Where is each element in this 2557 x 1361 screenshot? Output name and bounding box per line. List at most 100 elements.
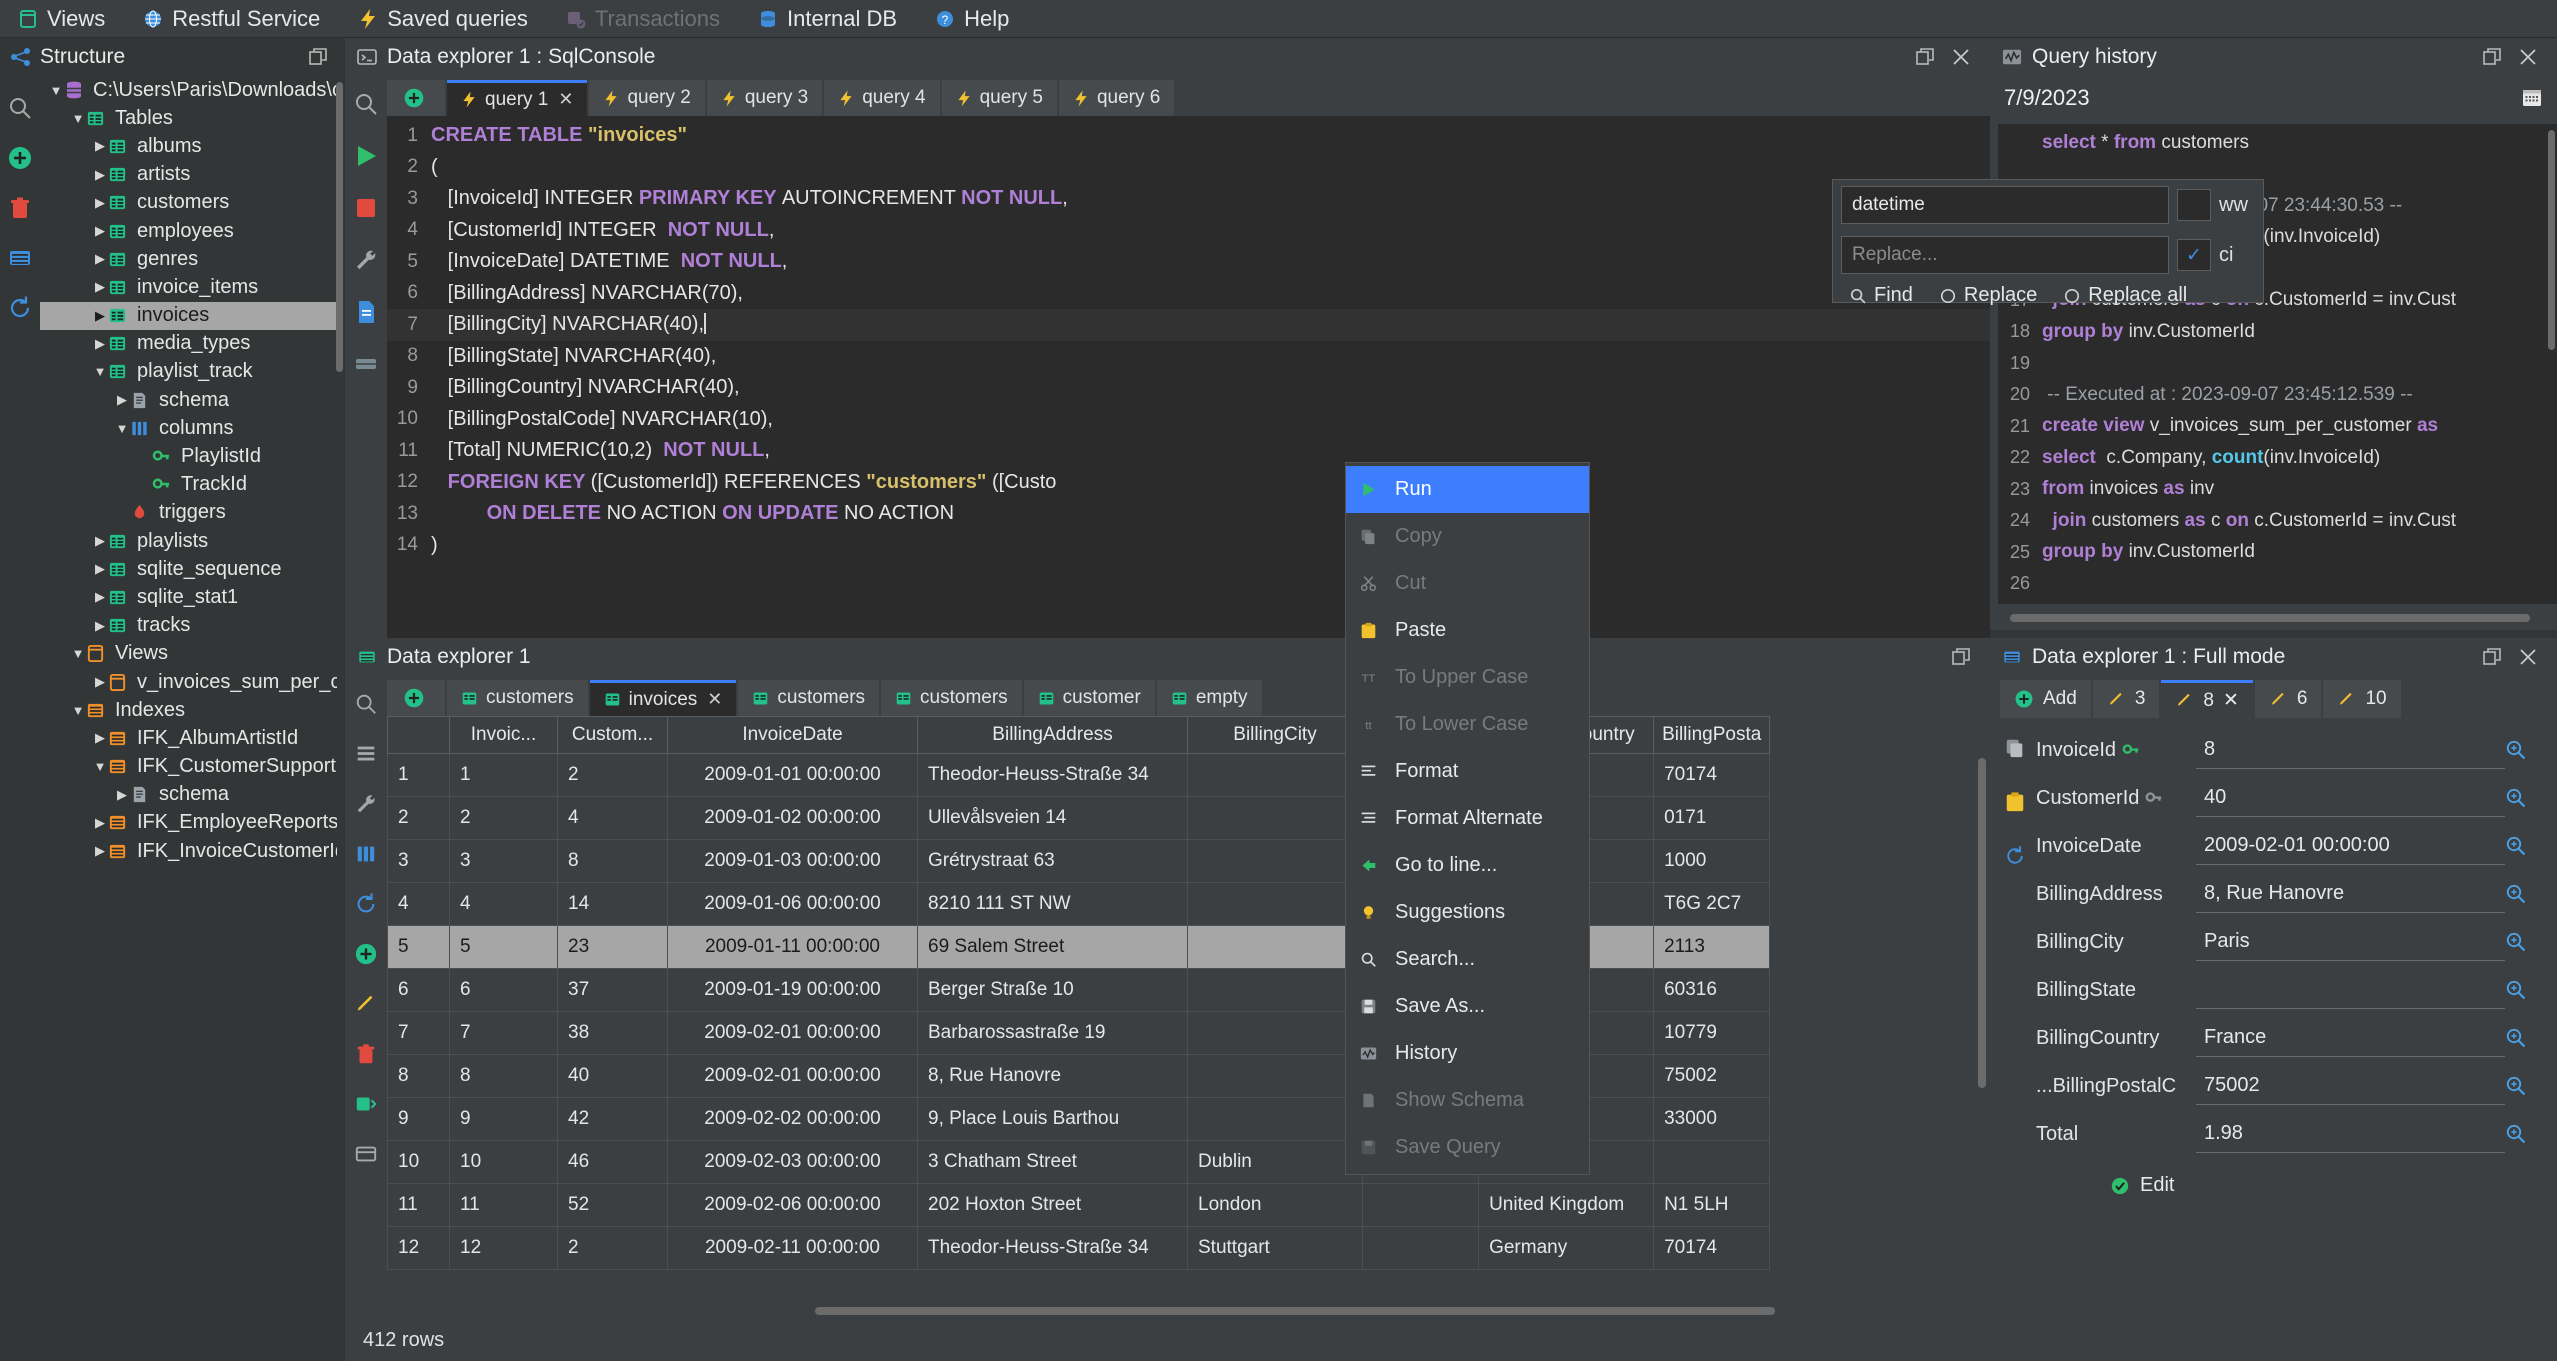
chevron-down-icon[interactable]: ▼ xyxy=(114,421,130,436)
table-cell[interactable]: 2009-01-01 00:00:00 xyxy=(667,753,918,797)
context-menu-item-format-alternate[interactable]: Format Alternate xyxy=(1346,795,1589,842)
history-line[interactable]: 22 select c.Company, count(inv.InvoiceId) xyxy=(1998,442,2557,474)
query-tab-query-5[interactable]: query 5 xyxy=(941,80,1057,116)
detach-icon[interactable] xyxy=(2483,48,2509,66)
find-input[interactable]: datetime xyxy=(1841,186,2169,224)
table-cell[interactable] xyxy=(1187,1011,1363,1055)
result-tab-customers[interactable]: customers xyxy=(881,680,1022,716)
table-cell[interactable] xyxy=(1187,839,1363,883)
zoom-value-icon[interactable] xyxy=(2505,883,2551,905)
chevron-down-icon[interactable]: ▼ xyxy=(92,364,108,379)
delete-icon[interactable] xyxy=(6,194,34,222)
close-tab-icon[interactable]: ✕ xyxy=(707,689,722,710)
document-icon[interactable] xyxy=(352,298,380,326)
query-tab-query-4[interactable]: query 4 xyxy=(824,80,940,116)
chevron-right-icon[interactable]: ▶ xyxy=(92,618,108,634)
table-cell[interactable]: 2009-01-02 00:00:00 xyxy=(667,796,918,840)
edit-icon[interactable] xyxy=(352,990,380,1018)
table-cell[interactable]: 70174 xyxy=(1653,753,1771,797)
table-cell[interactable]: 2009-02-01 00:00:00 xyxy=(667,1054,918,1098)
menu-item-views[interactable]: Views xyxy=(14,4,109,34)
table-cell[interactable]: 2009-01-19 00:00:00 xyxy=(667,968,918,1012)
code-line[interactable]: 2( xyxy=(387,152,1990,184)
code-line[interactable]: 10 [BillingPostalCode] NVARCHAR(10), xyxy=(387,404,1990,436)
table-cell[interactable]: 42 xyxy=(557,1097,668,1141)
table-cell[interactable]: 2009-02-03 00:00:00 xyxy=(667,1140,918,1184)
history-vscrollbar[interactable] xyxy=(2548,130,2555,350)
context-menu-item-format[interactable]: Format xyxy=(1346,748,1589,795)
table-cell[interactable]: 2009-02-02 00:00:00 xyxy=(667,1097,918,1141)
wrench-icon[interactable] xyxy=(352,790,380,818)
paste-icon[interactable] xyxy=(2001,788,2029,816)
table-cell[interactable]: 37 xyxy=(557,968,668,1012)
record-field-value[interactable]: 8 xyxy=(2196,731,2505,769)
record-field-value[interactable]: 75002 xyxy=(2196,1067,2505,1105)
table-cell[interactable]: 0171 xyxy=(1653,796,1771,840)
result-tab-empty[interactable]: empty xyxy=(1156,680,1262,716)
chevron-right-icon[interactable]: ▶ xyxy=(92,308,108,324)
chevron-right-icon[interactable]: ▶ xyxy=(92,195,108,211)
export-icon[interactable] xyxy=(352,1090,380,1118)
table-cell[interactable]: Theodor-Heuss-Straße 34 xyxy=(917,753,1188,797)
table-cell[interactable]: 9, Place Louis Barthou xyxy=(917,1097,1188,1141)
chevron-right-icon[interactable]: ▶ xyxy=(114,787,130,803)
context-menu-item-history[interactable]: History xyxy=(1346,1030,1589,1077)
table-cell[interactable]: 2009-01-11 00:00:00 xyxy=(667,925,918,969)
menu-item-help[interactable]: ? Help xyxy=(931,4,1013,34)
search-icon[interactable] xyxy=(352,90,380,118)
chevron-down-icon[interactable]: ▼ xyxy=(48,83,64,98)
record-tabs[interactable]: Add 3 8 ✕ 6 10 xyxy=(1990,676,2557,718)
table-cell[interactable]: 3 Chatham Street xyxy=(917,1140,1188,1184)
table-cell[interactable] xyxy=(1187,882,1363,926)
columns-icon[interactable] xyxy=(352,840,380,868)
chevron-right-icon[interactable]: ▶ xyxy=(92,167,108,183)
delete-icon[interactable] xyxy=(352,1040,380,1068)
menu-item-internal-db[interactable]: Internal DB xyxy=(754,4,901,34)
code-line[interactable]: 1 CREATE TABLE "invoices" xyxy=(387,120,1990,152)
table-cell[interactable]: 60316 xyxy=(1653,968,1771,1012)
refresh-icon[interactable] xyxy=(2001,842,2029,870)
table-cell[interactable]: 7 xyxy=(449,1011,558,1055)
history-line[interactable]: 26 xyxy=(1998,568,2557,600)
menu-item-saved-queries[interactable]: Saved queries xyxy=(354,4,532,34)
table-cell[interactable]: 8 xyxy=(557,839,668,883)
code-line[interactable]: 11 [Total] NUMERIC(10,2) NOT NULL, xyxy=(387,435,1990,467)
result-tab-customer[interactable]: customer xyxy=(1023,680,1155,716)
table-cell[interactable]: 46 xyxy=(557,1140,668,1184)
zoom-value-icon[interactable] xyxy=(2505,1027,2551,1049)
column-header-invoicedate[interactable]: InvoiceDate xyxy=(667,716,918,754)
chevron-right-icon[interactable]: ▶ xyxy=(92,589,108,605)
whole-word-checkbox[interactable] xyxy=(2177,189,2211,221)
chevron-right-icon[interactable]: ▶ xyxy=(92,561,108,577)
search-icon[interactable] xyxy=(352,690,380,718)
query-tab-query-1[interactable]: query 1 ✕ xyxy=(447,80,588,116)
table-cell[interactable]: 3 xyxy=(449,839,558,883)
history-line[interactable]: 25 group by inv.CustomerId xyxy=(1998,537,2557,569)
tree-node-genres[interactable]: ▶ genres xyxy=(40,245,337,273)
table-cell[interactable]: Germany xyxy=(1478,1226,1655,1270)
table-cell[interactable]: 8210 111 ST NW xyxy=(917,882,1188,926)
replace-all-button[interactable]: Replace all xyxy=(2063,284,2187,307)
code-line[interactable]: 4 [CustomerId] INTEGER NOT NULL, xyxy=(387,215,1990,247)
tree-node-artists[interactable]: ▶ artists xyxy=(40,161,337,189)
new-result-tab-button[interactable] xyxy=(387,680,445,716)
table-cell[interactable]: 9 xyxy=(449,1097,558,1141)
zoom-value-icon[interactable] xyxy=(2505,931,2551,953)
column-header-billingaddress[interactable]: BillingAddress xyxy=(917,716,1188,754)
case-insensitive-checkbox[interactable]: ✓ xyxy=(2177,239,2211,271)
close-icon[interactable] xyxy=(2519,48,2545,66)
tree-node-invoice-items[interactable]: ▶ invoice_items xyxy=(40,273,337,301)
table-cell[interactable]: 4 xyxy=(449,882,558,926)
history-line[interactable]: 23 from invoices as inv xyxy=(1998,474,2557,506)
tree-node-ifk-customersupportrepid[interactable]: ▼ IFK_CustomerSupportRepId xyxy=(40,753,337,781)
table-cell[interactable]: T6G 2C7 xyxy=(1653,882,1771,926)
chevron-right-icon[interactable]: ▶ xyxy=(92,138,108,154)
chevron-right-icon[interactable]: ▶ xyxy=(92,843,108,859)
table-cell[interactable] xyxy=(1653,1140,1771,1184)
tree-node-columns[interactable]: ▼ columns xyxy=(40,414,337,442)
code-line[interactable]: 9 [BillingCountry] NVARCHAR(40), xyxy=(387,372,1990,404)
chevron-right-icon[interactable]: ▶ xyxy=(92,223,108,239)
chevron-right-icon[interactable]: ▶ xyxy=(114,392,130,408)
column-header-billingcity[interactable]: BillingCity xyxy=(1187,716,1363,754)
calendar-icon[interactable] xyxy=(2521,87,2543,109)
